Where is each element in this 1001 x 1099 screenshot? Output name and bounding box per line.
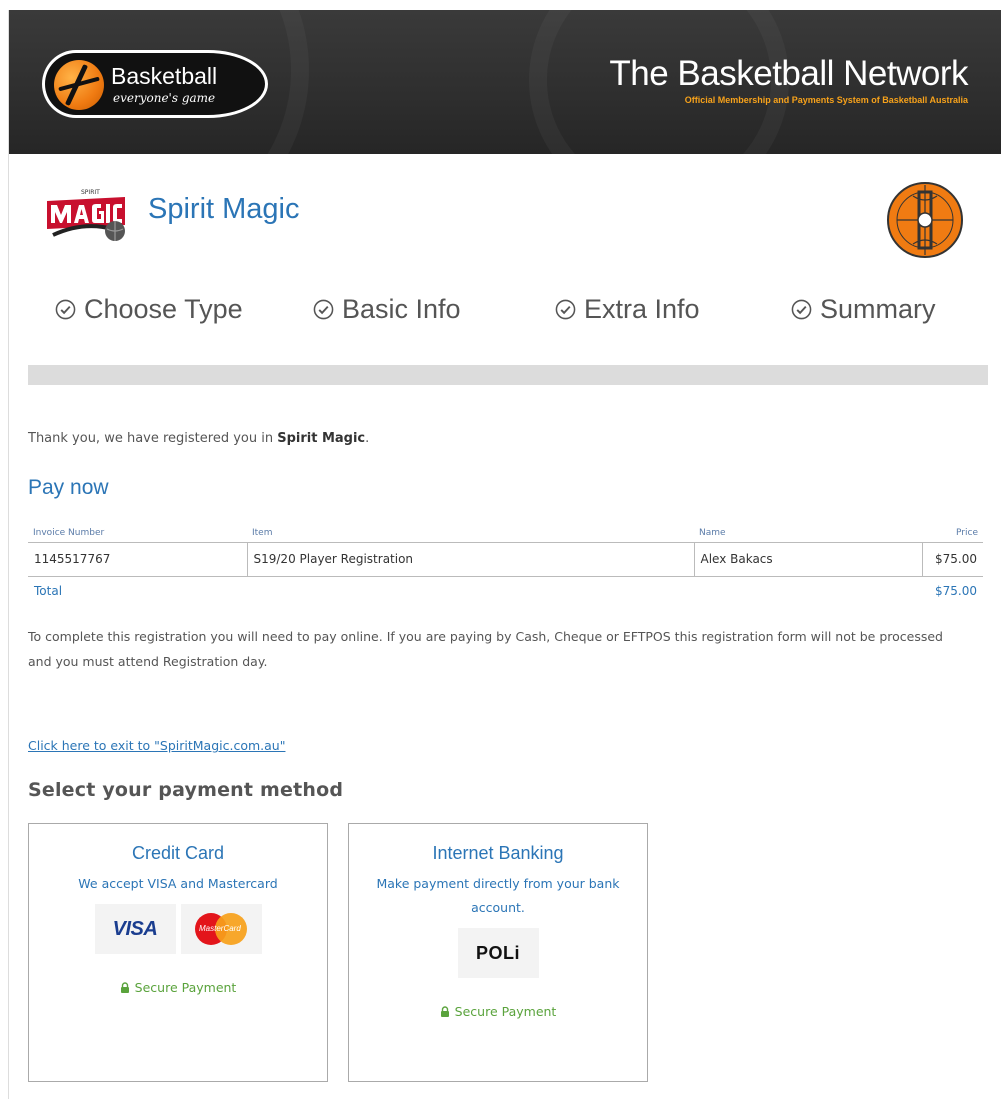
banking-logos: POLi — [349, 928, 647, 978]
thanks-club-name: Spirit Magic — [277, 431, 366, 446]
page-frame: Basketball everyone's game The Basketbal… — [8, 10, 1001, 1099]
association-seal-icon — [887, 182, 963, 258]
progress-bar — [28, 365, 988, 385]
step-label: Choose Type — [84, 294, 243, 324]
spirit-magic-club-logo-icon: SPIRIT — [47, 189, 125, 241]
name-cell: Alex Bakacs — [693, 542, 922, 577]
price-header: Price — [922, 524, 983, 543]
total-label: Total — [34, 584, 63, 599]
secure-payment-label: Secure Payment — [454, 1004, 557, 1019]
step-label: Extra Info — [584, 294, 700, 324]
pay-now-heading: Pay now — [28, 476, 109, 499]
item-header: Item — [247, 524, 694, 543]
secure-payment-label: Secure Payment — [134, 980, 237, 995]
step-choose-type[interactable]: Choose Type — [55, 294, 243, 325]
name-header: Name — [694, 524, 922, 543]
logo-tagline: everyone's game — [113, 91, 216, 105]
invoice-table: Invoice Number Item Name Price 114551776… — [28, 524, 983, 606]
payment-method-heading: Select your payment method — [28, 779, 344, 801]
registration-steps: Choose Type Basic Info Extra Info Summar… — [9, 294, 1001, 334]
mastercard-icon: MasterCard — [195, 913, 247, 945]
internet-banking-title: Internet Banking — [432, 843, 564, 863]
credit-card-description: We accept VISA and Mastercard — [78, 876, 278, 891]
exit-to-club-site-link[interactable]: Click here to exit to "SpiritMagic.com.a… — [28, 738, 285, 753]
lock-icon — [120, 982, 129, 993]
visa-logo: VISA — [94, 904, 176, 954]
check-circle-icon — [791, 299, 812, 320]
basketball-icon — [54, 60, 104, 110]
site-header: Basketball everyone's game The Basketbal… — [9, 10, 1001, 154]
check-circle-icon — [555, 299, 576, 320]
step-extra-info[interactable]: Extra Info — [555, 294, 700, 325]
step-label: Summary — [820, 294, 936, 324]
mastercard-logo: MasterCard — [180, 904, 262, 954]
logo-word: Basketball — [111, 63, 218, 89]
progress-fill — [28, 365, 988, 385]
network-title: The Basketball Network — [609, 54, 968, 93]
step-summary[interactable]: Summary — [791, 294, 936, 325]
invoice-number-cell: 1145517767 — [28, 542, 247, 577]
step-basic-info[interactable]: Basic Info — [313, 294, 461, 325]
card-logos: VISA MasterCard — [29, 904, 327, 954]
mastercard-logo-text: MasterCard — [199, 924, 241, 933]
check-circle-icon — [313, 299, 334, 320]
price-cell: $75.00 — [921, 542, 983, 577]
credit-card-title: Credit Card — [131, 843, 225, 863]
invoice-total-row: Total $75.00 — [28, 576, 983, 606]
svg-text:SPIRIT: SPIRIT — [81, 189, 100, 196]
secure-payment-note: Secure Payment — [29, 980, 327, 995]
invoice-number-header: Invoice Number — [28, 524, 247, 543]
visa-logo-text: VISA — [112, 917, 158, 940]
total-value: $75.00 — [935, 584, 977, 599]
check-circle-icon — [55, 299, 76, 320]
payment-notice: To complete this registration you will n… — [28, 629, 943, 669]
item-cell: S19/20 Player Registration — [246, 542, 694, 577]
step-label: Basic Info — [342, 294, 461, 324]
poli-logo: POLi — [457, 928, 539, 978]
thank-you-message: Thank you, we have registered you in Spi… — [28, 431, 369, 446]
secure-payment-note: Secure Payment — [349, 1004, 647, 1019]
internet-banking-description: Make payment directly from your bank acc… — [376, 876, 620, 915]
basketball-australia-logo[interactable]: Basketball everyone's game — [42, 50, 268, 118]
table-row: 1145517767 S19/20 Player Registration Al… — [28, 542, 983, 577]
internet-banking-option[interactable]: Internet Banking Make payment directly f… — [348, 823, 648, 1082]
network-subtitle: Official Membership and Payments System … — [684, 95, 968, 105]
thanks-suffix: . — [365, 431, 370, 446]
thanks-prefix: Thank you, we have registered you in — [28, 431, 278, 446]
club-name: Spirit Magic — [148, 193, 300, 225]
poli-logo-text: POLi — [475, 942, 520, 963]
credit-card-option[interactable]: Credit Card We accept VISA and Mastercar… — [28, 823, 328, 1082]
total-spacer — [694, 576, 922, 606]
total-spacer — [247, 576, 694, 606]
lock-icon — [440, 1006, 449, 1017]
invoice-header-row: Invoice Number Item Name Price — [28, 524, 983, 543]
